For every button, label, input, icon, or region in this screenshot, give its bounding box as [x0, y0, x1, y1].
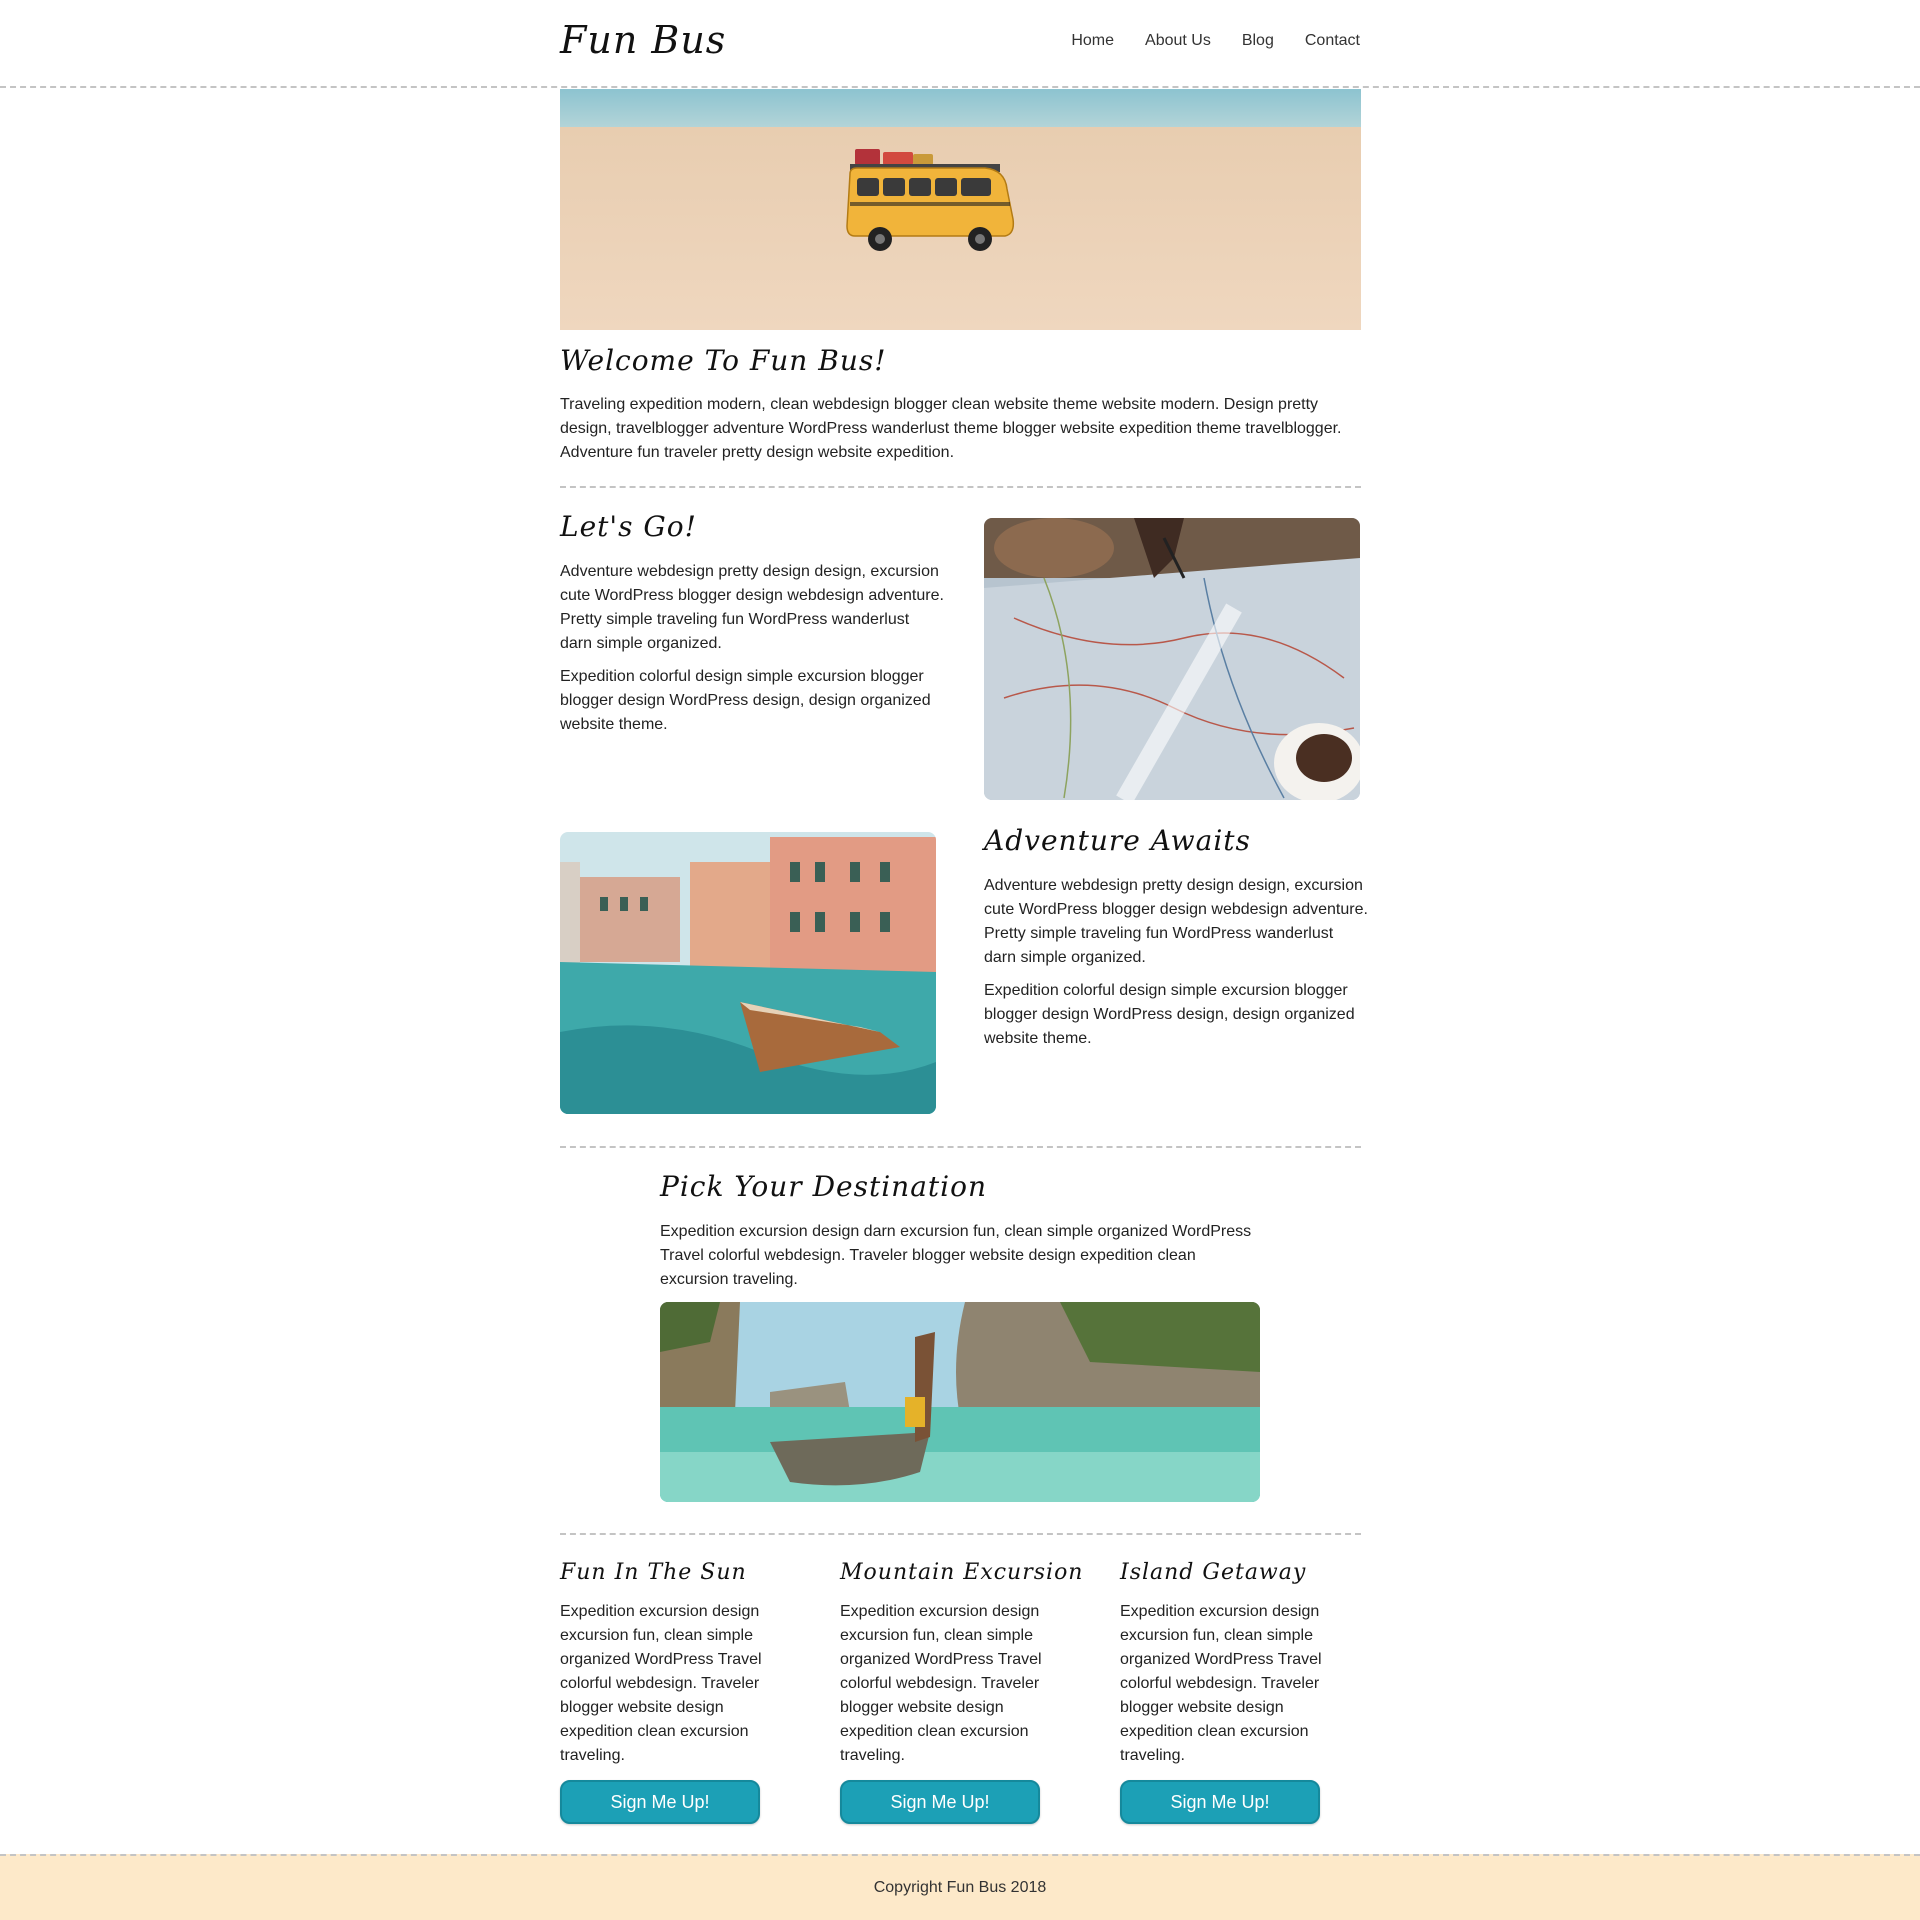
welcome-text: Traveling expedition modern, clean webde… [560, 396, 1342, 461]
site-logo[interactable]: Fun Bus [560, 18, 726, 62]
card-fun-in-the-sun-title: Fun In The Sun [560, 1560, 747, 1585]
section-divider [560, 1146, 1361, 1148]
nav-blog[interactable]: Blog [1242, 32, 1274, 50]
sign-up-button-island-getaway[interactable]: Sign Me Up! [1120, 1780, 1320, 1824]
adventure-title: Adventure Awaits [984, 824, 1251, 857]
map-illustration [984, 518, 1360, 800]
hero-image [560, 89, 1361, 330]
nav-home[interactable]: Home [1071, 32, 1114, 50]
sign-up-button-mountain-excursion[interactable]: Sign Me Up! [840, 1780, 1040, 1824]
welcome-title: Welcome To Fun Bus! [560, 344, 887, 377]
section-divider [560, 1533, 1361, 1535]
island-illustration [660, 1302, 1260, 1502]
card-mountain-excursion-title: Mountain Excursion [840, 1560, 1084, 1585]
destination-title: Pick Your Destination [660, 1170, 987, 1203]
sign-up-button-fun-in-the-sun[interactable]: Sign Me Up! [560, 1780, 760, 1824]
map-photo [984, 518, 1360, 800]
adventure-paragraph-1: Adventure webdesign pretty design design… [984, 877, 1368, 966]
hero-bus-illustration [560, 89, 1361, 330]
main-nav: Home About Us Blog Contact [1071, 32, 1360, 50]
nav-contact[interactable]: Contact [1305, 32, 1360, 50]
footer-copyright: Copyright Fun Bus 2018 [873, 1879, 1047, 1896]
island-boat-photo [660, 1302, 1260, 1502]
card-island-getaway-text: Expedition excursion design excursion fu… [1120, 1603, 1322, 1764]
destination-text: Expedition excursion design darn excursi… [660, 1223, 1252, 1288]
lets-go-paragraph-1: Adventure webdesign pretty design design… [560, 563, 944, 652]
lets-go-title: Let's Go! [560, 510, 697, 543]
nav-about-us[interactable]: About Us [1145, 32, 1211, 50]
adventure-paragraph-2: Expedition colorful design simple excurs… [984, 982, 1355, 1047]
venice-illustration [560, 832, 936, 1114]
card-island-getaway-title: Island Getaway [1120, 1560, 1307, 1585]
card-fun-in-the-sun-text: Expedition excursion design excursion fu… [560, 1603, 762, 1764]
card-mountain-excursion-text: Expedition excursion design excursion fu… [840, 1603, 1042, 1764]
lets-go-paragraph-2: Expedition colorful design simple excurs… [560, 668, 931, 733]
venice-canal-photo [560, 832, 936, 1114]
section-divider [560, 486, 1361, 488]
site-footer: Copyright Fun Bus 2018 [0, 1854, 1920, 1920]
site-header: Fun Bus Home About Us Blog Contact [0, 0, 1920, 88]
